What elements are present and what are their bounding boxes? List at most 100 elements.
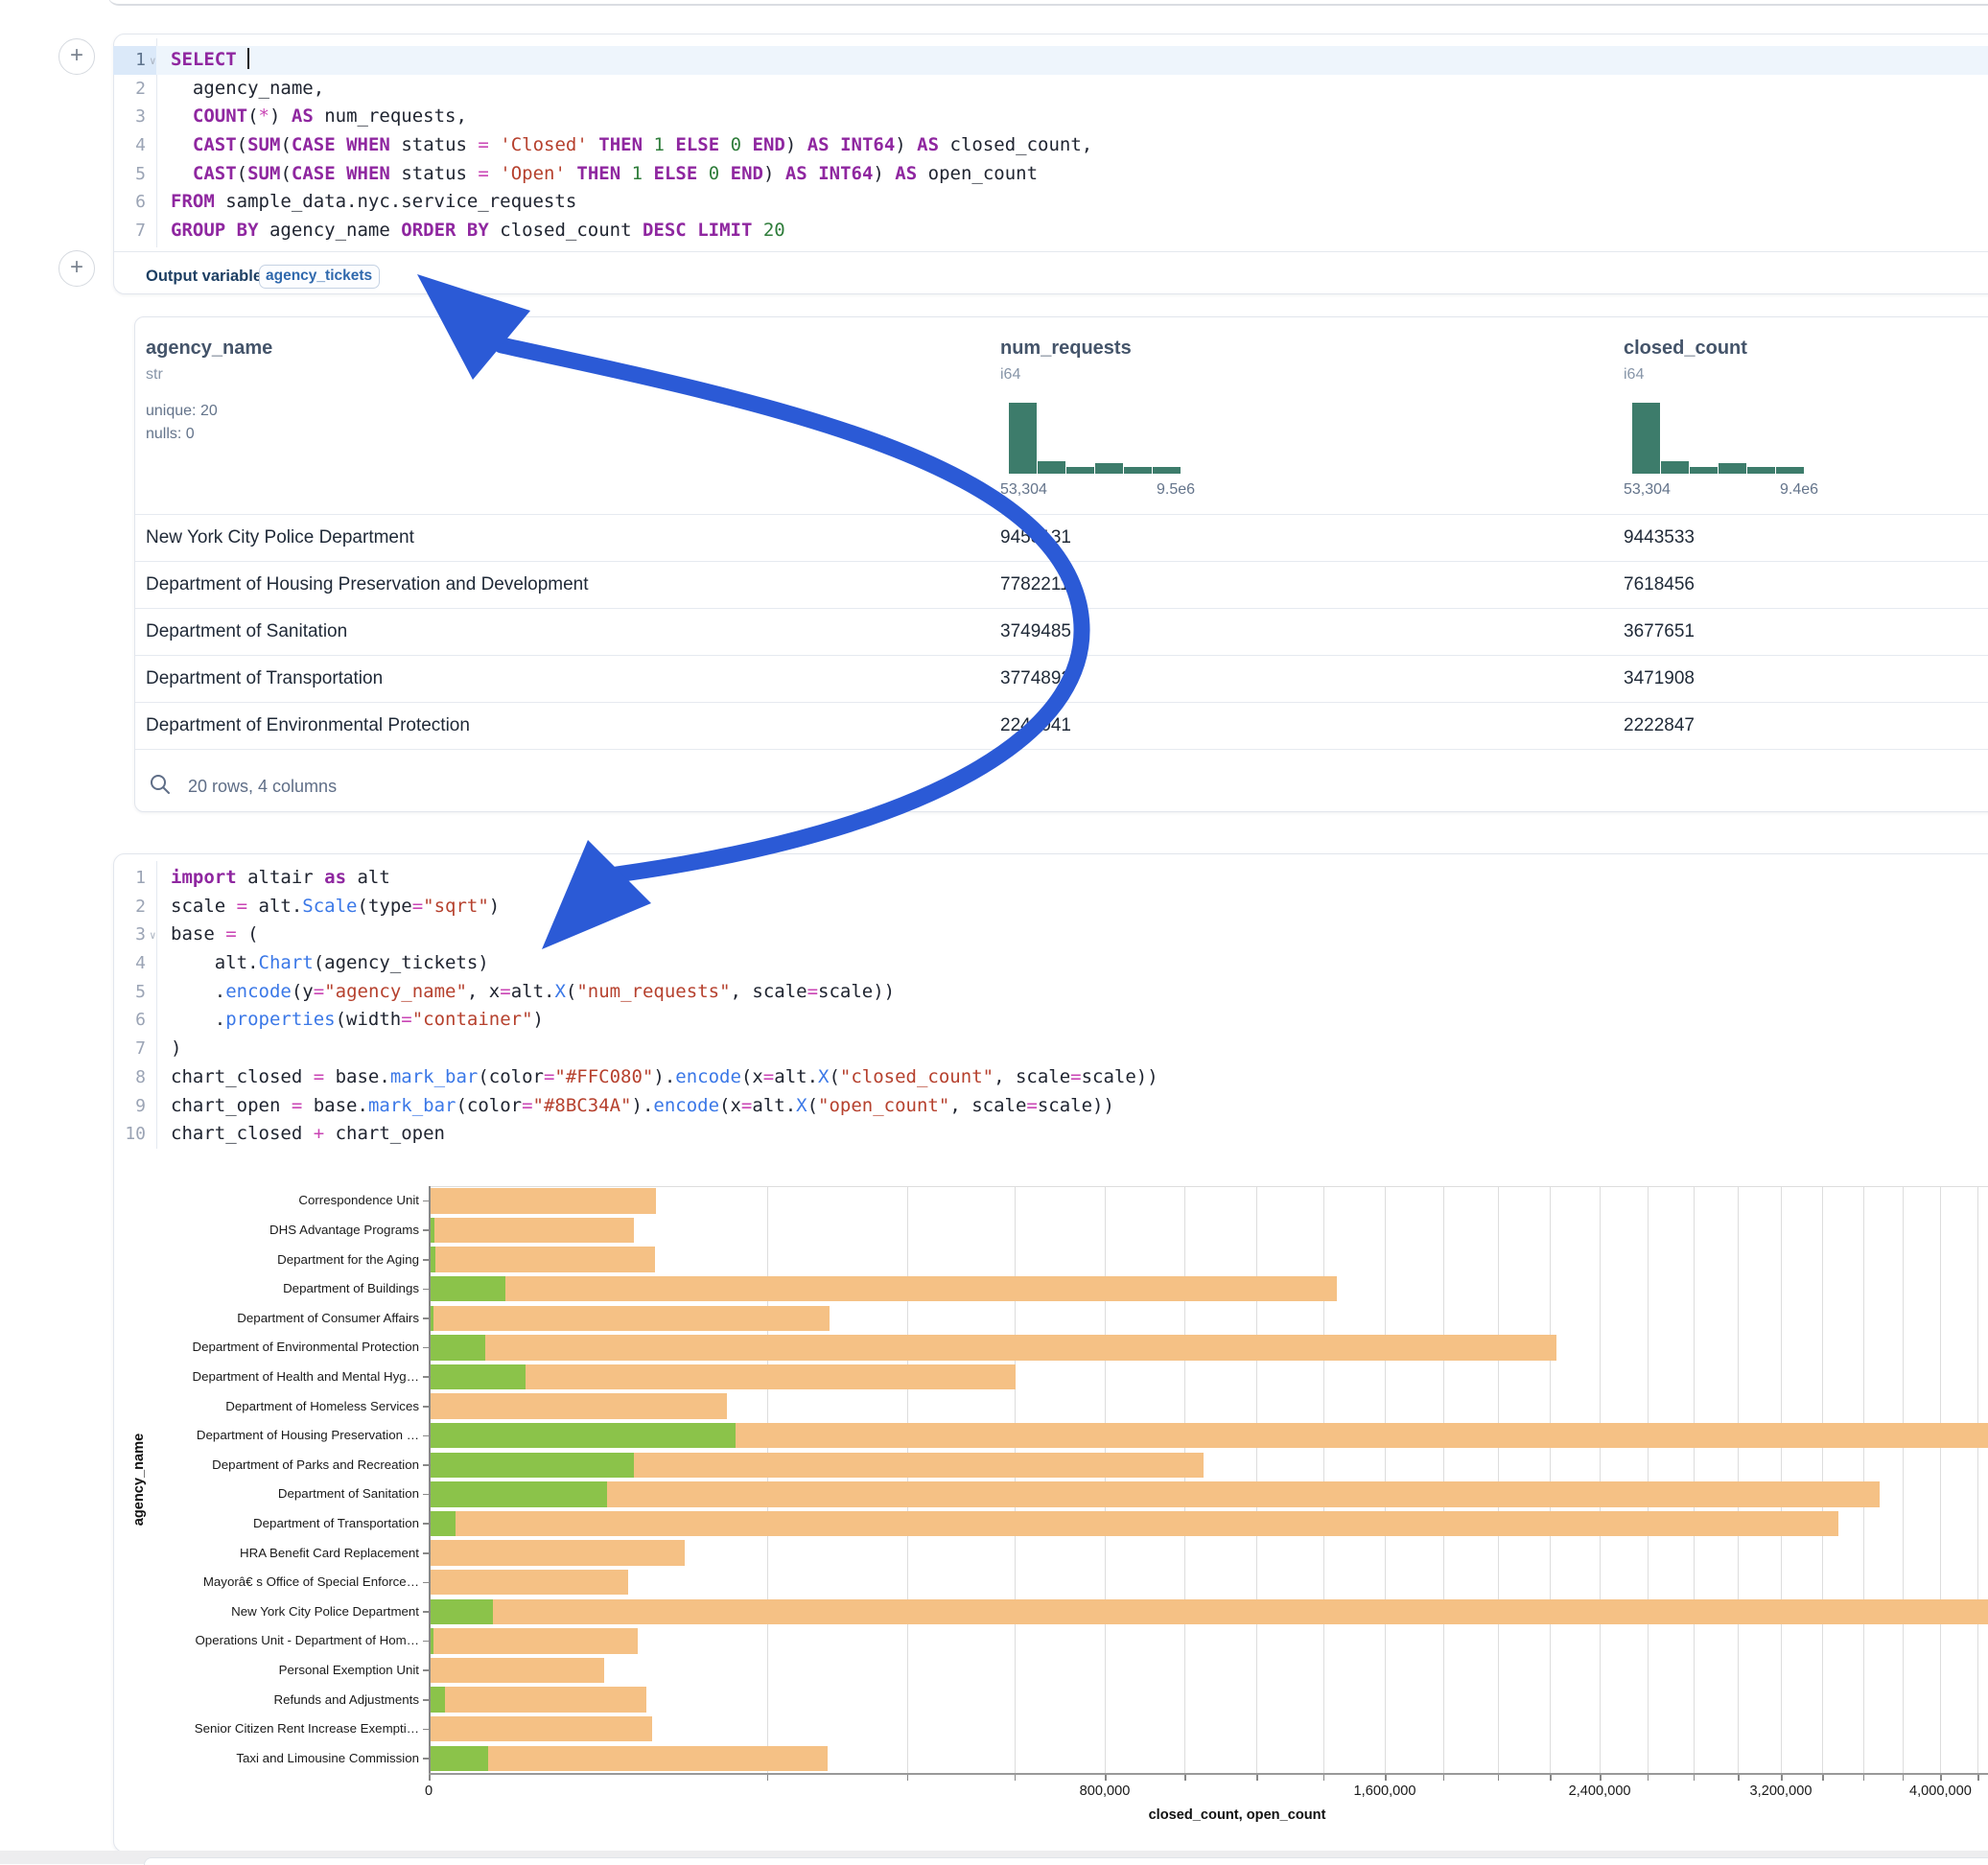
code-line[interactable]: 1 import altair as alt (113, 864, 1988, 893)
code-line[interactable]: 2 scale = alt.Scale(type="sqrt") (113, 893, 1988, 921)
table-cell-value: 3774892 (1000, 668, 1071, 689)
code-text: agency_name, (171, 75, 324, 104)
add-cell-button[interactable]: + (58, 38, 95, 75)
histogram-bar (1066, 467, 1094, 474)
output-variable-label: Output variable: (146, 268, 268, 286)
code-text: chart_closed + chart_open (171, 1120, 445, 1149)
code-text: FROM sample_data.nyc.service_requests (171, 188, 576, 217)
code-line[interactable]: 6 .properties(width="container") (113, 1006, 1988, 1035)
table-cell-value: 2222847 (1624, 715, 1695, 736)
python-code-editor[interactable]: 1 import altair as alt 2 scale = alt.Scale(… (113, 864, 1988, 1149)
code-text: .encode(y="agency_name", x=alt.X("num_re… (171, 978, 895, 1007)
code-line[interactable]: 7) (113, 1035, 1988, 1063)
table-cell-value: 3471908 (1624, 668, 1695, 689)
row-divider (135, 702, 1988, 703)
table-cell-value: 7782211 (1000, 574, 1070, 595)
line-number: 9 (113, 1092, 146, 1121)
table-cell-agency: Department of Environmental Protection (146, 715, 470, 736)
table-cell-value: 2240041 (1000, 715, 1071, 736)
line-number: 10 (113, 1120, 146, 1149)
code-line[interactable]: 9 chart_open = base.mark_bar(color="#8BC3… (113, 1092, 1988, 1121)
table-dimensions-label: 20 rows, 4 columns (188, 777, 337, 797)
code-text: .properties(width="container") (171, 1006, 544, 1035)
histogram-bar (1095, 463, 1123, 474)
code-line[interactable]: 1∨ SELECT (113, 46, 1988, 75)
code-text: ) (171, 1035, 181, 1063)
histogram-max-label: 9.4e6 (1780, 481, 1818, 499)
code-text: chart_closed = base.mark_bar(color="#FFC… (171, 1063, 1158, 1092)
code-text: scale = alt.Scale(type="sqrt") (171, 893, 500, 921)
output-variable-pill[interactable]: agency_tickets (259, 265, 380, 289)
code-line[interactable]: 10 chart_closed + chart_open (113, 1120, 1988, 1149)
code-text: chart_open = base.mark_bar(color="#8BC34… (171, 1092, 1114, 1121)
column-stat: unique: 20 (146, 403, 218, 420)
table-cell-agency: New York City Police Department (146, 527, 414, 548)
histogram-max-label: 9.5e6 (1157, 481, 1195, 499)
row-divider (135, 608, 1988, 609)
line-number: 7 (113, 217, 146, 245)
row-divider (135, 749, 1988, 750)
search-icon[interactable] (149, 773, 172, 796)
histogram-bar (1124, 467, 1152, 474)
code-line[interactable]: 7GROUP BY agency_name ORDER BY closed_co… (113, 217, 1988, 245)
sql-code-editor[interactable]: 1∨SELECT 2 agency_name,3 COUNT(*) AS num… (113, 46, 1988, 245)
line-number: 6 (113, 1006, 146, 1035)
row-divider (135, 655, 1988, 656)
fold-caret-icon[interactable]: ∨ (150, 921, 163, 950)
code-line[interactable]: 4 CAST(SUM(CASE WHEN status = 'Closed' T… (113, 131, 1988, 160)
code-line[interactable]: 4 alt.Chart(agency_tickets) (113, 949, 1988, 978)
line-number: 5 (113, 978, 146, 1007)
code-text: alt.Chart(agency_tickets) (171, 949, 489, 978)
row-divider (135, 514, 1988, 515)
code-text: base = ( (171, 921, 259, 949)
histogram-bar (1009, 403, 1037, 474)
histogram-bar (1776, 467, 1804, 474)
code-text: SELECT (171, 46, 249, 75)
table-cell-value: 7618456 (1624, 574, 1695, 595)
line-number: 4 (113, 949, 146, 978)
dataframe-card (134, 316, 1988, 812)
column-type: str (146, 366, 163, 384)
code-line[interactable]: 8 chart_closed = base.mark_bar(color="#FF… (113, 1063, 1988, 1092)
table-cell-agency: Department of Sanitation (146, 621, 347, 642)
code-line[interactable]: 6FROM sample_data.nyc.service_requests (113, 188, 1988, 217)
histogram-bar (1038, 461, 1065, 474)
code-line[interactable]: 5 CAST(SUM(CASE WHEN status = 'Open' THE… (113, 160, 1988, 189)
add-cell-button[interactable]: + (58, 250, 95, 287)
histogram-bar (1632, 403, 1660, 474)
fold-caret-icon[interactable]: ∨ (150, 47, 163, 76)
line-number: 2 (113, 75, 146, 104)
table-cell-value: 3677651 (1624, 621, 1695, 642)
line-number: 1 (113, 46, 146, 75)
column-type: i64 (1624, 366, 1644, 384)
line-number: 3 (113, 921, 146, 949)
table-cell-agency: Department of Housing Preservation and D… (146, 574, 589, 595)
line-number: 2 (113, 893, 146, 921)
histogram-bar (1719, 463, 1746, 474)
line-number: 5 (113, 160, 146, 189)
row-divider (135, 561, 1988, 562)
column-name: num_requests (1000, 338, 1132, 360)
code-text: COUNT(*) AS num_requests, (171, 103, 467, 131)
code-text: import altair as alt (171, 864, 390, 893)
table-cell-agency: Department of Transportation (146, 668, 383, 689)
column-name: closed_count (1624, 338, 1747, 360)
line-number: 7 (113, 1035, 146, 1063)
line-number: 1 (113, 864, 146, 893)
code-line[interactable]: 3∨ base = ( (113, 921, 1988, 949)
line-number: 8 (113, 1063, 146, 1092)
line-number: 4 (113, 131, 146, 160)
histogram-min-label: 53,304 (1624, 481, 1671, 499)
table-cell-value: 3749485 (1000, 621, 1071, 642)
line-number: 3 (113, 103, 146, 131)
previous-cell-edge (107, 0, 1988, 6)
code-line[interactable]: 5 .encode(y="agency_name", x=alt.X("num_… (113, 978, 1988, 1007)
histogram-bar (1690, 467, 1718, 474)
histogram-bar (1153, 467, 1181, 474)
code-line[interactable]: 3 COUNT(*) AS num_requests, (113, 103, 1988, 131)
code-text: CAST(SUM(CASE WHEN status = 'Open' THEN … (171, 160, 1038, 189)
code-line[interactable]: 2 agency_name, (113, 75, 1988, 104)
column-name: agency_name (146, 338, 272, 360)
text-cursor (247, 48, 249, 69)
histogram-min-label: 53,304 (1000, 481, 1047, 499)
